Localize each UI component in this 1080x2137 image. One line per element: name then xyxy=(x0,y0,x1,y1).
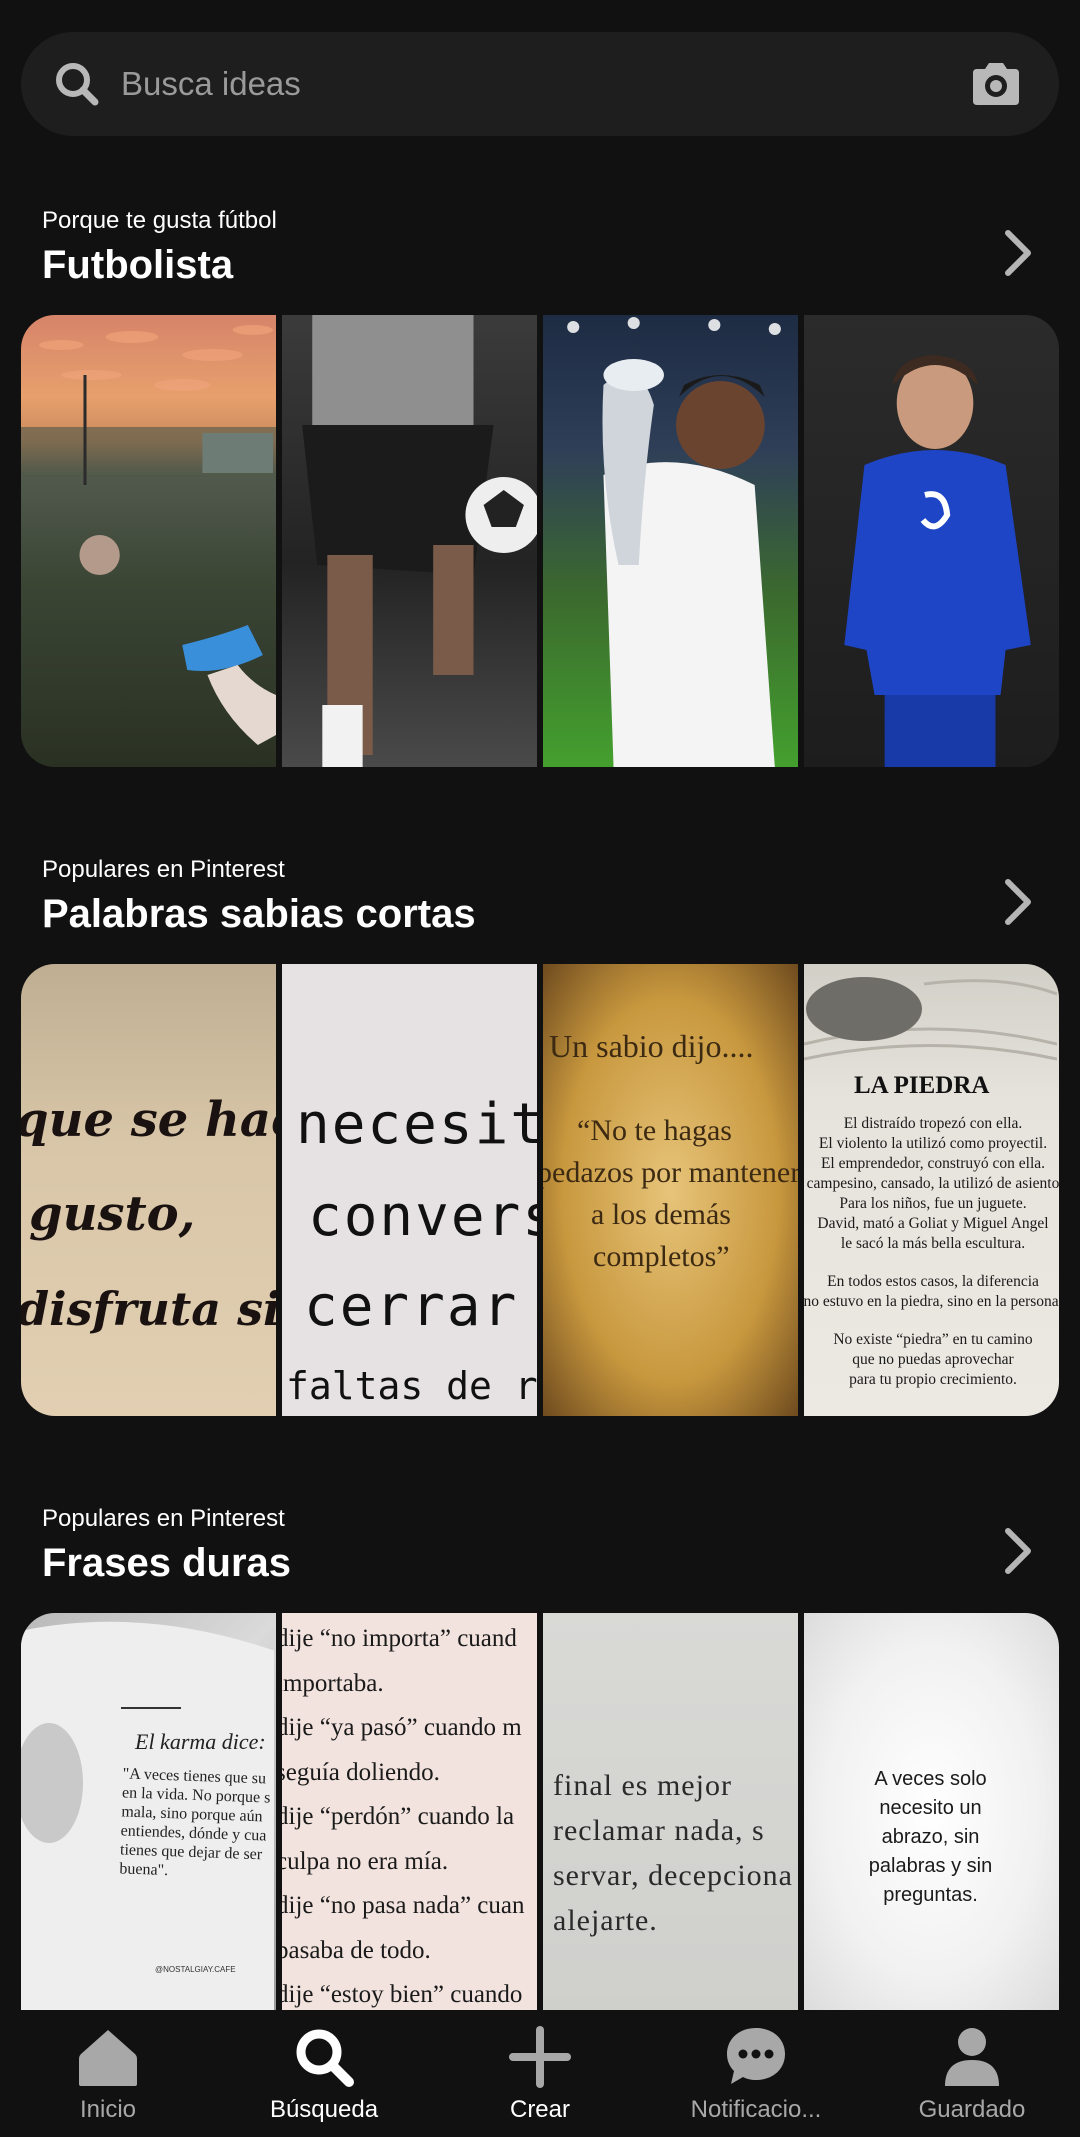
quote-body: "A veces tienes que su en la vida. No po… xyxy=(119,1764,271,1883)
quote-body: A veces solo necesito un abrazo, sin pal… xyxy=(804,1765,1057,1910)
quote-line: necesita xyxy=(296,1092,537,1157)
credit-text: @NOSTALGIAY.CAFE xyxy=(155,1965,236,1974)
section-frases-duras: Populares en Pinterest Frases duras El k… xyxy=(0,1505,1080,2010)
quote-line: no estuvo en la piedra, sino en la perso… xyxy=(804,1293,1059,1310)
section-title[interactable]: Frases duras xyxy=(42,1541,291,1586)
search-icon xyxy=(296,2029,354,2087)
quote-line: El violento la utilizó como proyectil. xyxy=(818,1135,1048,1152)
quote-line: necesito un xyxy=(879,1797,982,1819)
quote-line: alejarte. xyxy=(553,1904,658,1937)
section-title[interactable]: Futbolista xyxy=(42,243,233,288)
nav-label: Inicio xyxy=(79,2096,137,2123)
nav-label: Crear xyxy=(509,2096,570,2123)
quote-line: importaba. xyxy=(282,1669,384,1697)
quote-line: dije “ya pasó” cuando m xyxy=(282,1714,522,1741)
plus-icon xyxy=(509,2026,571,2088)
quote-line: para tu propio crecimiento. xyxy=(849,1371,1017,1388)
quote-line: servar, decepciona xyxy=(553,1859,793,1892)
quote-line: A veces solo xyxy=(874,1768,987,1790)
pin-strip xyxy=(21,315,1059,767)
quote-body: dije “no importa” cuand importaba. dije … xyxy=(282,1617,525,2010)
nav-search[interactable]: Búsqueda xyxy=(216,2010,432,2137)
quote-line: pasaba de todo. xyxy=(282,1936,431,1964)
chat-bubble-icon xyxy=(727,2028,785,2084)
quote-line: David, mató a Goliat y Miguel Angel xyxy=(817,1215,1049,1232)
quote-line: Un sabio dijo.... xyxy=(549,1028,754,1064)
quote-line: faltas de respe xyxy=(286,1364,537,1408)
quote-line: que no puedas aprovechar xyxy=(852,1351,1014,1368)
pin-strip: El karma dice: "A veces tienes que su en… xyxy=(21,1613,1059,2010)
chevron-right-icon[interactable] xyxy=(998,874,1038,930)
home-icon xyxy=(79,2030,137,2086)
pin-thumbnail[interactable] xyxy=(804,315,1059,767)
quote-line: El emprendedor, construyó con ella. xyxy=(820,1155,1046,1172)
nav-saved[interactable]: Guardado xyxy=(864,2010,1080,2137)
quote-line: abrazo, sin xyxy=(881,1826,980,1848)
section-subtitle: Porque te gusta fútbol xyxy=(42,207,277,234)
quote-line: En todos estos casos, la diferencia xyxy=(827,1273,1039,1290)
section-palabras-sabias: Populares en Pinterest Palabras sabias c… xyxy=(0,856,1080,1416)
pin-strip: que se hac gusto, disfruta sin necesita … xyxy=(21,964,1059,1416)
search-input[interactable] xyxy=(119,64,967,104)
quote-line: cerrar c xyxy=(304,1274,537,1339)
nav-notifications[interactable]: Notificacio... xyxy=(648,2010,864,2137)
quote-line: dije “estoy bien” cuando xyxy=(282,1981,523,2008)
quote-line: dije “perdón” cuando la xyxy=(282,1803,515,1830)
pin-thumbnail[interactable]: final es mejor reclamar nada, s servar, … xyxy=(543,1613,798,2010)
quote-title: El karma dice: xyxy=(135,1729,266,1754)
pin-thumbnail[interactable]: que se hac gusto, disfruta sin xyxy=(21,964,276,1416)
search-page: Porque te gusta fútbol Futbolista xyxy=(0,0,1080,2137)
quote-line: palabras y sin xyxy=(868,1855,993,1877)
quote-line: le sacó la más bella escultura. xyxy=(840,1235,1026,1252)
quote-line: campesino, cansado, la utilizó de asient… xyxy=(806,1175,1059,1192)
camera-icon[interactable] xyxy=(967,55,1025,113)
search-icon xyxy=(56,63,99,106)
nav-label: Notificacio... xyxy=(690,2096,822,2123)
quote-line: El distraído tropezó con ella. xyxy=(843,1115,1023,1132)
pin-thumbnail[interactable]: El karma dice: "A veces tienes que su en… xyxy=(21,1613,276,2010)
quote-line: culpa no era mía. xyxy=(282,1847,449,1875)
section-title[interactable]: Palabras sabias cortas xyxy=(42,892,476,937)
quote-line: seguía doliendo. xyxy=(282,1758,440,1786)
profile-icon xyxy=(945,2028,999,2086)
chevron-right-icon[interactable] xyxy=(998,225,1038,281)
stone-image xyxy=(804,977,1057,1061)
quote-line: dije “no importa” cuand xyxy=(282,1625,517,1652)
bottom-nav: Inicio Búsqueda Crear Notificacio... Gua… xyxy=(0,2010,1080,2137)
quote-line: “No te hagas xyxy=(577,1114,732,1147)
quote-line: final es mejor xyxy=(553,1769,732,1802)
quote-line: No existe “piedra” en tu camino xyxy=(833,1331,1033,1348)
chevron-right-icon[interactable] xyxy=(998,1523,1038,1579)
pin-thumbnail[interactable] xyxy=(21,315,276,767)
quote-line: conversa xyxy=(308,1184,537,1249)
pin-thumbnail[interactable] xyxy=(543,315,798,767)
nav-label: Búsqueda xyxy=(269,2096,379,2123)
quote-line: gusto, xyxy=(29,1186,196,1242)
section-futbolista: Porque te gusta fútbol Futbolista xyxy=(0,207,1080,767)
quote-line: preguntas. xyxy=(883,1884,978,1906)
quote-line: completos” xyxy=(593,1240,730,1273)
section-subtitle: Populares en Pinterest xyxy=(42,856,285,883)
nav-label: Guardado xyxy=(918,2096,1026,2123)
nav-create[interactable]: Crear xyxy=(432,2010,648,2137)
quote-line: dije “no pasa nada” cuan xyxy=(282,1892,525,1919)
pin-thumbnail[interactable]: necesita conversa cerrar c faltas de res… xyxy=(282,964,537,1416)
quote-line: a los demás xyxy=(591,1198,731,1231)
pin-thumbnail[interactable] xyxy=(282,315,537,767)
pin-thumbnail[interactable]: dije “no importa” cuand importaba. dije … xyxy=(282,1613,537,2010)
search-bar[interactable] xyxy=(21,32,1059,136)
section-subtitle: Populares en Pinterest xyxy=(42,1505,285,1532)
quote-body: El distraído tropezó con ella. El violen… xyxy=(804,1114,1059,1390)
quote-line: que se hac xyxy=(21,1092,276,1148)
pin-thumbnail[interactable]: LA PIEDRA El distraído tropezó con ella.… xyxy=(804,964,1059,1416)
quote-line: Para los niños, fue un juguete. xyxy=(839,1195,1027,1212)
nav-home[interactable]: Inicio xyxy=(0,2010,216,2137)
quote-line: disfruta sin xyxy=(21,1282,276,1336)
pin-thumbnail[interactable]: A veces solo necesito un abrazo, sin pal… xyxy=(804,1613,1059,2010)
quote-line: reclamar nada, s xyxy=(553,1814,765,1847)
quote-line: pedazos por mantener xyxy=(543,1156,798,1189)
pin-thumbnail[interactable]: Un sabio dijo.... “No te hagas pedazos p… xyxy=(543,964,798,1416)
quote-title: LA PIEDRA xyxy=(854,1072,990,1099)
quote-body: final es mejor reclamar nada, s servar, … xyxy=(553,1763,793,1943)
